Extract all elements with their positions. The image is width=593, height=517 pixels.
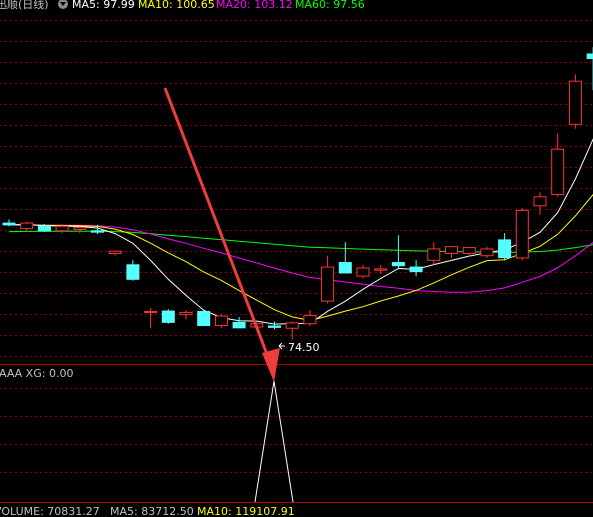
candle-body xyxy=(586,53,593,60)
candle-body xyxy=(214,315,228,327)
candle xyxy=(551,133,565,197)
ma20-legend: MA20: 103.12 xyxy=(216,0,293,11)
candle-body xyxy=(144,310,158,313)
candle-body xyxy=(268,325,281,328)
candle-body xyxy=(303,315,317,325)
candle xyxy=(197,310,211,327)
candle xyxy=(533,192,547,215)
candle xyxy=(161,309,175,324)
candle-body xyxy=(285,322,299,329)
volume-ma10-label: MA10: 119107.91 xyxy=(197,505,295,517)
candle-body xyxy=(55,225,69,232)
candle-body xyxy=(356,267,370,277)
candle xyxy=(480,246,494,258)
candle xyxy=(338,242,352,274)
candle xyxy=(303,310,317,326)
candle xyxy=(2,219,16,227)
candle-body xyxy=(409,266,423,273)
candle-body xyxy=(515,209,529,259)
candle-body xyxy=(2,222,16,226)
volume-footer: VOLUME: 70831.27 MA5: 83712.50 MA10: 119… xyxy=(0,505,295,517)
stock-chart[interactable]: 迅顺(日线) MA5: 97.99 MA10: 100.65 MA20: 103… xyxy=(0,0,593,517)
candle-body xyxy=(37,225,51,232)
candle xyxy=(232,316,246,329)
volume-label: VOLUME: 70831.27 xyxy=(0,505,100,517)
indicator-label: AAA XG: 0.00 xyxy=(0,367,73,380)
candle-body xyxy=(73,227,87,230)
candle xyxy=(108,250,122,256)
candle xyxy=(73,226,87,234)
candle xyxy=(427,242,441,265)
candle-body xyxy=(91,230,104,233)
stock-title: 迅顺(日线) xyxy=(0,0,49,11)
candle-body xyxy=(445,246,458,254)
candle-body xyxy=(462,247,476,254)
candle-body xyxy=(232,321,246,329)
header-legend: 迅顺(日线) MA5: 97.99 MA10: 100.65 MA20: 103… xyxy=(0,0,365,11)
candle xyxy=(568,74,582,129)
candle xyxy=(126,260,140,281)
candle-body xyxy=(427,248,441,261)
candle xyxy=(498,233,512,261)
candle-body xyxy=(391,262,405,267)
low-price-marker: 74.50 xyxy=(278,341,320,354)
ma5-line xyxy=(8,138,593,325)
candle-body xyxy=(321,266,335,302)
low-price-label: 74.50 xyxy=(288,341,320,354)
candle-body xyxy=(498,239,512,259)
ma-toggle-icon[interactable] xyxy=(58,0,68,9)
candle-body xyxy=(533,196,547,207)
candle-body xyxy=(161,310,175,323)
xg-signal-spike xyxy=(254,380,294,503)
candle-body xyxy=(568,80,582,125)
candle xyxy=(268,321,281,330)
candle xyxy=(391,235,405,270)
candle-body xyxy=(338,262,352,274)
volume-ma5-label: MA5: 83712.50 xyxy=(110,505,194,517)
candle xyxy=(356,264,370,279)
ma60-legend: MA60: 97.56 xyxy=(295,0,365,11)
candle xyxy=(285,321,299,340)
ma10-legend: MA10: 100.65 xyxy=(138,0,215,11)
candle-body xyxy=(108,250,122,254)
candle xyxy=(515,208,529,261)
candle xyxy=(144,307,158,329)
signal-arrow xyxy=(163,87,280,382)
ma20-line xyxy=(8,224,593,293)
candle xyxy=(214,313,228,329)
ma5-legend: MA5: 97.99 xyxy=(72,0,135,11)
candle xyxy=(445,246,458,258)
candle-body xyxy=(179,311,193,316)
candle xyxy=(179,310,193,320)
candle-body xyxy=(551,148,565,196)
candle-body xyxy=(197,310,211,327)
candle xyxy=(409,260,423,277)
candle-body xyxy=(20,222,34,230)
candle xyxy=(20,221,34,231)
candle xyxy=(321,255,335,304)
candle-body xyxy=(126,264,140,280)
candle-body xyxy=(480,248,494,257)
indicator-pane: AAA XG: 0.00 xyxy=(0,367,593,503)
candle-body xyxy=(374,268,388,271)
